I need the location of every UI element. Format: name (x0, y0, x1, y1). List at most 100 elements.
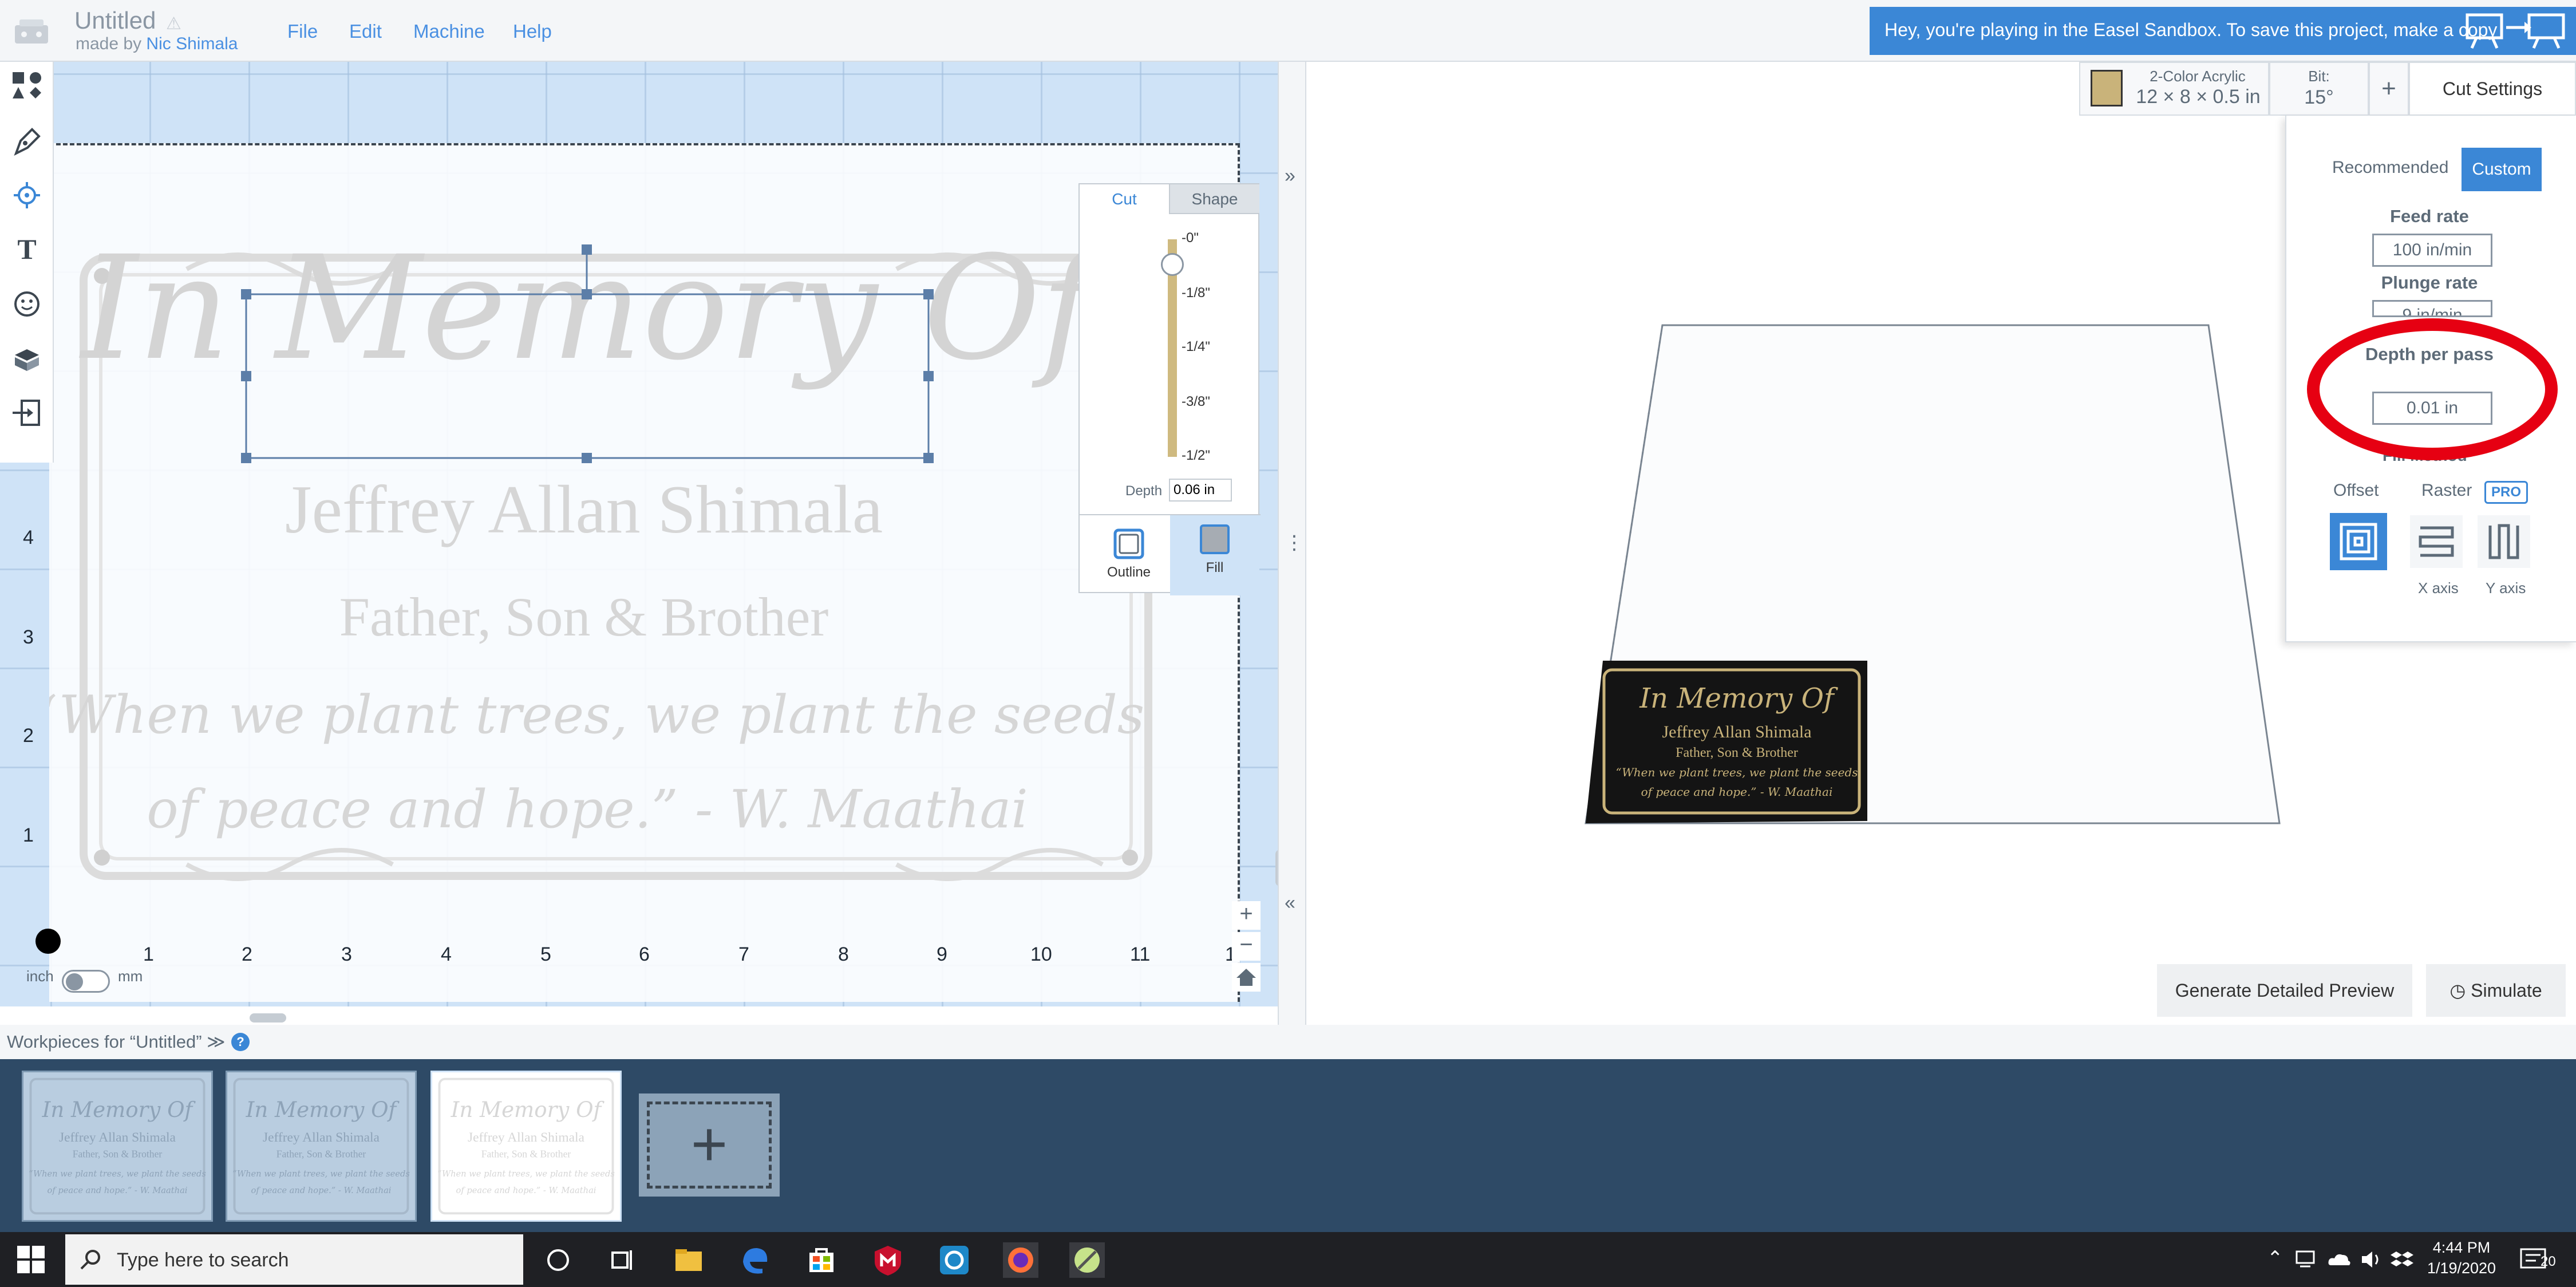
drag-handle-icon[interactable]: ⋮ (1285, 531, 1304, 554)
store-icon[interactable] (804, 1242, 839, 1278)
plaque-preview: In Memory Of Jeffrey Allan Shimala Fathe… (1586, 661, 1867, 823)
add-bit-button[interactable]: + (2369, 62, 2409, 116)
menu-machine[interactable]: Machine (413, 21, 485, 42)
offset-fill-button[interactable] (2330, 513, 2387, 570)
copy-project-icon[interactable] (2465, 13, 2566, 50)
design-line-relation[interactable]: Father, Son & Brother (339, 586, 829, 648)
clock-time[interactable]: 4:44 PM (2416, 1239, 2507, 1257)
menu-edit[interactable]: Edit (349, 21, 382, 42)
tab-shape[interactable]: Shape (1169, 184, 1259, 214)
volume-icon[interactable] (2358, 1248, 2384, 1271)
dropbox-icon[interactable] (2391, 1248, 2413, 1271)
firefox-icon[interactable] (1003, 1242, 1038, 1278)
search-icon (80, 1250, 100, 1270)
horizontal-scrollbar[interactable] (250, 1013, 286, 1023)
left-toolbar: T (0, 62, 54, 463)
pen-tool-icon[interactable] (7, 121, 47, 161)
shapes-tool-icon[interactable] (7, 66, 47, 106)
depth-tick-2: -1/4" (1182, 339, 1210, 354)
tab-cut[interactable]: Cut (1080, 184, 1169, 214)
x-tick-6: 6 (639, 943, 650, 965)
target-tool-icon[interactable] (7, 175, 47, 215)
add-workpiece-plus: + (647, 1102, 772, 1189)
x-tick-4: 4 (441, 943, 452, 965)
cut-settings-button[interactable]: Cut Settings (2409, 62, 2576, 116)
simulate-label: Simulate (2471, 980, 2542, 1001)
file-explorer-icon[interactable] (671, 1242, 706, 1278)
plunge-rate-label: Plunge rate (2381, 273, 2478, 293)
x-tick-2: 2 (242, 943, 252, 965)
easel-logo-icon[interactable] (13, 16, 50, 49)
windows-start-icon[interactable] (16, 1245, 46, 1274)
simulate-button[interactable]: ◷ Simulate (2426, 964, 2566, 1017)
text-tool-icon[interactable]: T (7, 229, 47, 269)
design-line-quote-1[interactable]: “When we plant trees, we plant the seeds (49, 684, 1144, 745)
workpieces-title[interactable]: Workpieces for “Untitled” ≫ (7, 1032, 226, 1052)
add-workpiece-button[interactable]: + (639, 1093, 780, 1197)
outline-button[interactable]: Outline (1089, 520, 1169, 591)
design-line-quote-2[interactable]: of peace and hope.” - W. Maathai (147, 779, 1028, 840)
feed-rate-input[interactable]: 100 in/min (2372, 234, 2492, 267)
collapse-right-icon[interactable]: » (1285, 165, 1295, 187)
pane-divider[interactable]: » ⋮ « (1278, 62, 1306, 1025)
sandbox-banner[interactable]: Hey, you're playing in the Easel Sandbox… (1870, 7, 2576, 55)
material-name: 2-Color Acrylic (2150, 68, 2246, 85)
help-icon[interactable]: ? (231, 1033, 250, 1051)
material-swatch (2091, 70, 2123, 106)
network-icon[interactable] (2294, 1248, 2320, 1271)
collapse-left-icon[interactable]: « (1285, 892, 1295, 914)
design-line-title[interactable]: In Memory Of (79, 225, 1115, 392)
edge-browser-icon[interactable] (737, 1242, 773, 1278)
zoom-out-button[interactable]: − (1232, 932, 1261, 961)
depth-input[interactable] (1169, 479, 1232, 502)
notification-count: 20 (2541, 1254, 2556, 1269)
windows-taskbar: Type here to search ⌃ 4:44 PM 1/19/2020 … (0, 1232, 2576, 1287)
pro-badge: PRO (2484, 481, 2528, 504)
app-icon-blue[interactable] (937, 1242, 972, 1278)
recommended-option[interactable]: Recommended (2332, 158, 2448, 177)
design-line-name[interactable]: Jeffrey Allan Shimala (285, 471, 883, 547)
author-link[interactable]: Nic Shimala (146, 34, 238, 53)
design-canvas[interactable]: In Memory Of Jeffrey Allan Shimala Fathe… (0, 62, 1278, 1006)
cortana-icon[interactable] (540, 1242, 576, 1278)
fill-button[interactable]: Fill (1170, 515, 1259, 595)
workpiece-thumbnail-2[interactable]: In Memory Of Jeffrey Allan Shimala Fathe… (226, 1071, 417, 1222)
onedrive-icon[interactable] (2326, 1248, 2352, 1271)
bit-selector[interactable]: Bit: 15° (2269, 62, 2369, 116)
custom-option[interactable]: Custom (2462, 148, 2542, 191)
workpiece-thumbnail-3-selected[interactable]: In Memory Of Jeffrey Allan Shimala Fathe… (430, 1071, 622, 1222)
task-view-icon[interactable] (605, 1242, 640, 1278)
taskbar-search-box[interactable]: Type here to search (65, 1234, 523, 1285)
x-axis-fill-button[interactable] (2408, 513, 2465, 570)
cut-depth-panel: Cut Shape -0" -1/8" -1/4" -3/8" -1/2" De… (1078, 183, 1261, 595)
easel-app-icon[interactable] (1069, 1242, 1105, 1278)
mcafee-icon[interactable] (870, 1242, 906, 1278)
home-icon[interactable] (1232, 963, 1261, 992)
import-tool-icon[interactable] (7, 393, 47, 433)
y-axis-fill-button[interactable] (2475, 513, 2532, 570)
clock-date[interactable]: 1/19/2020 (2416, 1260, 2507, 1277)
design-artwork[interactable]: In Memory Of Jeffrey Allan Shimala Fathe… (49, 143, 1240, 1002)
plaque-line-quote-2: of peace and hope.” - W. Maathai (1641, 785, 1833, 799)
plunge-rate-input[interactable]: 9 in/min (2372, 300, 2492, 317)
bit-value: 15° (2304, 86, 2334, 108)
depth-tick-1: -1/8" (1182, 285, 1210, 301)
workpiece-thumbnail-1[interactable]: In Memory Of Jeffrey Allan Shimala Fathe… (22, 1071, 213, 1222)
svg-text:Jeffrey Allan Shimala: Jeffrey Allan Shimala (263, 1130, 380, 1145)
menu-file[interactable]: File (287, 21, 318, 42)
material-selector[interactable]: 2-Color Acrylic 12 × 8 × 0.5 in (2079, 62, 2269, 116)
zoom-in-button[interactable]: + (1232, 901, 1261, 930)
generate-detailed-preview-button[interactable]: Generate Detailed Preview (2157, 964, 2412, 1017)
x-tick-9: 9 (937, 943, 947, 965)
icon-library-tool-icon[interactable] (7, 284, 47, 324)
clock-icon: ◷ (2449, 980, 2466, 1001)
unit-toggle[interactable] (62, 970, 110, 993)
tray-chevron-icon[interactable]: ⌃ (2267, 1247, 2283, 1270)
menu-help[interactable]: Help (513, 21, 552, 42)
svg-text:In Memory Of: In Memory Of (246, 1097, 400, 1122)
project-title[interactable]: Untitled (74, 7, 156, 34)
apps-tool-icon[interactable] (7, 338, 47, 378)
depth-slider-handle[interactable] (1161, 253, 1184, 276)
svg-text:of peace and hope.” - W. Maath: of peace and hope.” - W. Maathai (251, 1186, 392, 1195)
plaque-line-quote-1: “When we plant trees, we plant the seeds (1615, 765, 1858, 779)
